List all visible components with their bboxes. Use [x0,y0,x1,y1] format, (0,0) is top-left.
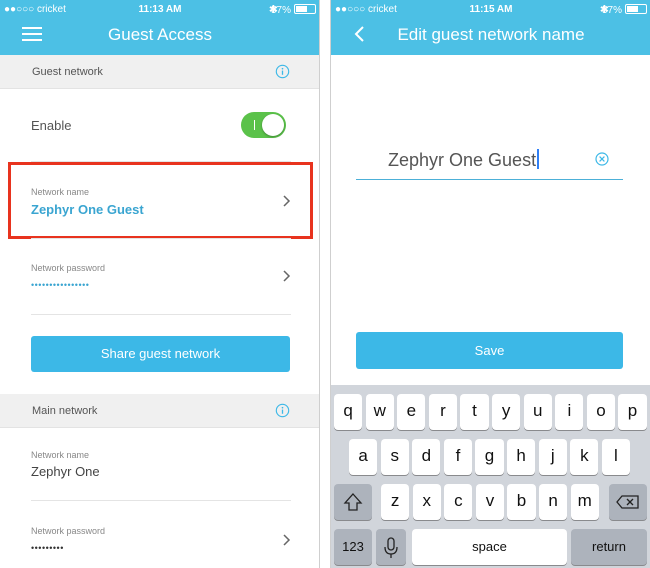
battery-indicator: 57% [271,4,316,16]
info-icon[interactable] [275,403,290,418]
key-h[interactable]: h [507,439,536,475]
keyboard: qwertyuiop asdfghjkl zxcvbnm 123 space r… [331,385,650,568]
chevron-right-icon [283,534,291,546]
key-c[interactable]: c [444,484,473,520]
status-bar: ●●○○○ cricket 11:13 AM ✱ 57% [0,0,319,20]
share-guest-network-button[interactable]: Share guest network [31,336,290,372]
key-a[interactable]: a [349,439,378,475]
key-x[interactable]: x [412,484,441,520]
mic-icon [384,537,398,558]
page-title: Guest Access [108,25,212,44]
input-value: Zephyr One Guest [388,150,537,170]
enable-toggle[interactable] [241,112,286,138]
numbers-key[interactable]: 123 [334,529,372,565]
network-password-label: Network password [31,526,106,536]
network-name-value: Zephyr One [31,464,100,479]
key-d[interactable]: d [412,439,441,475]
section-title: Main network [32,405,98,417]
status-bar: ●●○○○ cricket 11:15 AM ✱ 57% [331,0,650,20]
battery-percent: 57% [270,5,291,16]
key-i[interactable]: i [555,394,584,430]
key-r[interactable]: r [428,394,458,430]
nav-bar: ●●○○○ cricket 11:13 AM ✱ 57% Guest Acces… [0,0,319,55]
divider [31,238,291,239]
network-password-label: Network password [31,263,106,273]
highlight-box [8,162,313,239]
network-password-value: ••••••••• [31,543,64,553]
delete-icon [616,495,639,509]
key-z[interactable]: z [381,484,410,520]
shift-icon [343,493,363,511]
nav-bar: ●●○○○ cricket 11:15 AM ✱ 57% Edit guest … [331,0,650,55]
key-e[interactable]: e [397,394,426,430]
info-icon[interactable] [275,64,290,79]
guest-network-section-header: Guest network [0,55,319,89]
key-p[interactable]: p [618,394,647,430]
battery-indicator: 57% [602,4,647,16]
clear-icon[interactable] [595,152,609,166]
chevron-right-icon [283,270,291,282]
space-key[interactable]: space [412,529,567,565]
return-key[interactable]: return [571,529,647,565]
battery-icon [294,4,316,14]
battery-icon [625,4,647,14]
guest-access-screen: ●●○○○ cricket 11:13 AM ✱ 57% Guest Acces… [0,0,320,568]
section-title: Guest network [32,66,103,78]
divider [31,500,291,501]
key-j[interactable]: j [538,439,567,475]
text-caret [537,149,540,169]
enable-label: Enable [31,118,72,133]
key-w[interactable]: w [365,394,394,430]
save-button[interactable]: Save [356,332,623,369]
shift-key[interactable] [334,484,372,520]
key-f[interactable]: f [443,439,473,475]
battery-percent: 57% [601,5,622,16]
key-q[interactable]: q [334,394,363,430]
key-s[interactable]: s [380,439,409,475]
key-o[interactable]: o [586,394,616,430]
delete-key[interactable] [609,484,647,520]
network-name-input[interactable]: Zephyr One Guest [356,142,623,180]
key-v[interactable]: v [475,484,505,520]
divider [31,314,291,315]
screenshot-stage: ●●○○○ cricket 11:13 AM ✱ 57% Guest Acces… [0,0,650,568]
key-l[interactable]: l [601,439,631,475]
key-t[interactable]: t [460,394,489,430]
network-name-input-text[interactable]: Zephyr One Guest [388,149,540,171]
page-title: Edit guest network name [397,25,585,44]
key-g[interactable]: g [475,439,504,475]
key-u[interactable]: u [523,394,552,430]
mic-key[interactable] [376,529,406,565]
key-m[interactable]: m [570,484,599,520]
key-b[interactable]: b [507,484,536,520]
network-password-value: •••••••••••••••• [31,280,90,290]
key-y[interactable]: y [492,394,521,430]
key-k[interactable]: k [570,439,599,475]
network-name-label: Network name [31,450,90,460]
main-network-section-header: Main network [0,394,319,428]
key-n[interactable]: n [539,484,568,520]
